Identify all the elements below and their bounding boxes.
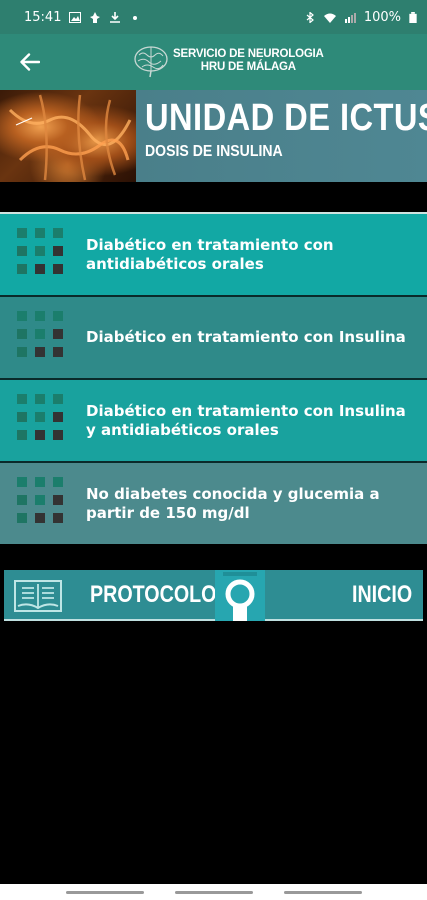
menu-item-label: Diabético en tratamiento con antidiabéti… <box>86 235 334 273</box>
notification-icon <box>90 11 101 23</box>
menu-item-label: Diabético en tratamiento con Insulina <box>86 328 406 346</box>
back-button[interactable] <box>16 48 44 76</box>
home-label: INICIO <box>352 581 413 608</box>
brand-logo: SERVICIO DE NEUROLOGIA HRU DE MÁLAGA <box>133 43 324 79</box>
menu-item-label: Diabético en tratamiento con Insulina y … <box>86 401 406 439</box>
system-gesture-bar <box>0 884 427 900</box>
page-title: UNIDAD DE ICTUS <box>145 97 427 139</box>
gesture-handle[interactable] <box>174 890 253 894</box>
gesture-handle[interactable] <box>65 890 144 894</box>
brand-line1: SERVICIO DE NEUROLOGIA <box>173 48 324 60</box>
status-left: 15:41 <box>24 10 141 25</box>
book-icon <box>14 580 62 612</box>
banner-title-box: UNIDAD DE ICTUS DOSIS DE INSULINA <box>136 90 427 182</box>
arrow-left-icon <box>20 53 40 71</box>
insulin-menu: Diabético en tratamiento con antidiabéti… <box>0 212 427 544</box>
menu-item-no-diabetes[interactable]: No diabetes conocida y glucemia a partir… <box>0 461 427 544</box>
brand-line2: HRU DE MÁLAGA <box>200 61 296 73</box>
dot-icon <box>133 15 138 20</box>
protocols-button[interactable]: PROTOCOLOS <box>4 570 230 621</box>
gesture-handle[interactable] <box>283 890 362 894</box>
battery-percent: 100% <box>363 9 401 25</box>
protocols-label: PROTOCOLOS <box>90 581 230 608</box>
grid-icon <box>17 476 71 531</box>
status-bar: 15:41 100% <box>0 0 427 34</box>
bottom-nav: PROTOCOLOS INICIO <box>4 570 423 621</box>
home-icon <box>215 570 265 621</box>
vessels-illustration <box>8 94 132 181</box>
grid-icon <box>17 393 71 448</box>
brain-vessels-image <box>0 90 136 182</box>
battery-icon <box>409 11 417 23</box>
image-icon <box>69 11 82 23</box>
download-icon <box>110 11 121 23</box>
status-time: 15:41 <box>24 9 62 25</box>
menu-item-label: No diabetes conocida y glucemia a partir… <box>86 484 380 522</box>
status-right: 100% <box>304 10 417 25</box>
brain-icon <box>134 46 168 78</box>
home-button[interactable]: INICIO <box>215 570 423 621</box>
brand-text: SERVICIO DE NEUROLOGIA HRU DE MÁLAGA <box>173 48 324 74</box>
bluetooth-icon <box>306 11 314 23</box>
menu-item-insulin-and-oral[interactable]: Diabético en tratamiento con Insulina y … <box>0 378 427 461</box>
grid-icon <box>17 227 71 282</box>
app-toolbar: SERVICIO DE NEUROLOGIA HRU DE MÁLAGA <box>0 34 427 90</box>
menu-item-oral-antidiabetics[interactable]: Diabético en tratamiento con antidiabéti… <box>0 212 427 295</box>
grid-icon <box>17 310 71 365</box>
wifi-icon <box>323 13 336 23</box>
signal-icon <box>344 12 356 23</box>
menu-item-insulin[interactable]: Diabético en tratamiento con Insulina <box>0 295 427 378</box>
page-subtitle: DOSIS DE INSULINA <box>145 143 283 160</box>
header-banner: UNIDAD DE ICTUS DOSIS DE INSULINA <box>0 90 427 185</box>
